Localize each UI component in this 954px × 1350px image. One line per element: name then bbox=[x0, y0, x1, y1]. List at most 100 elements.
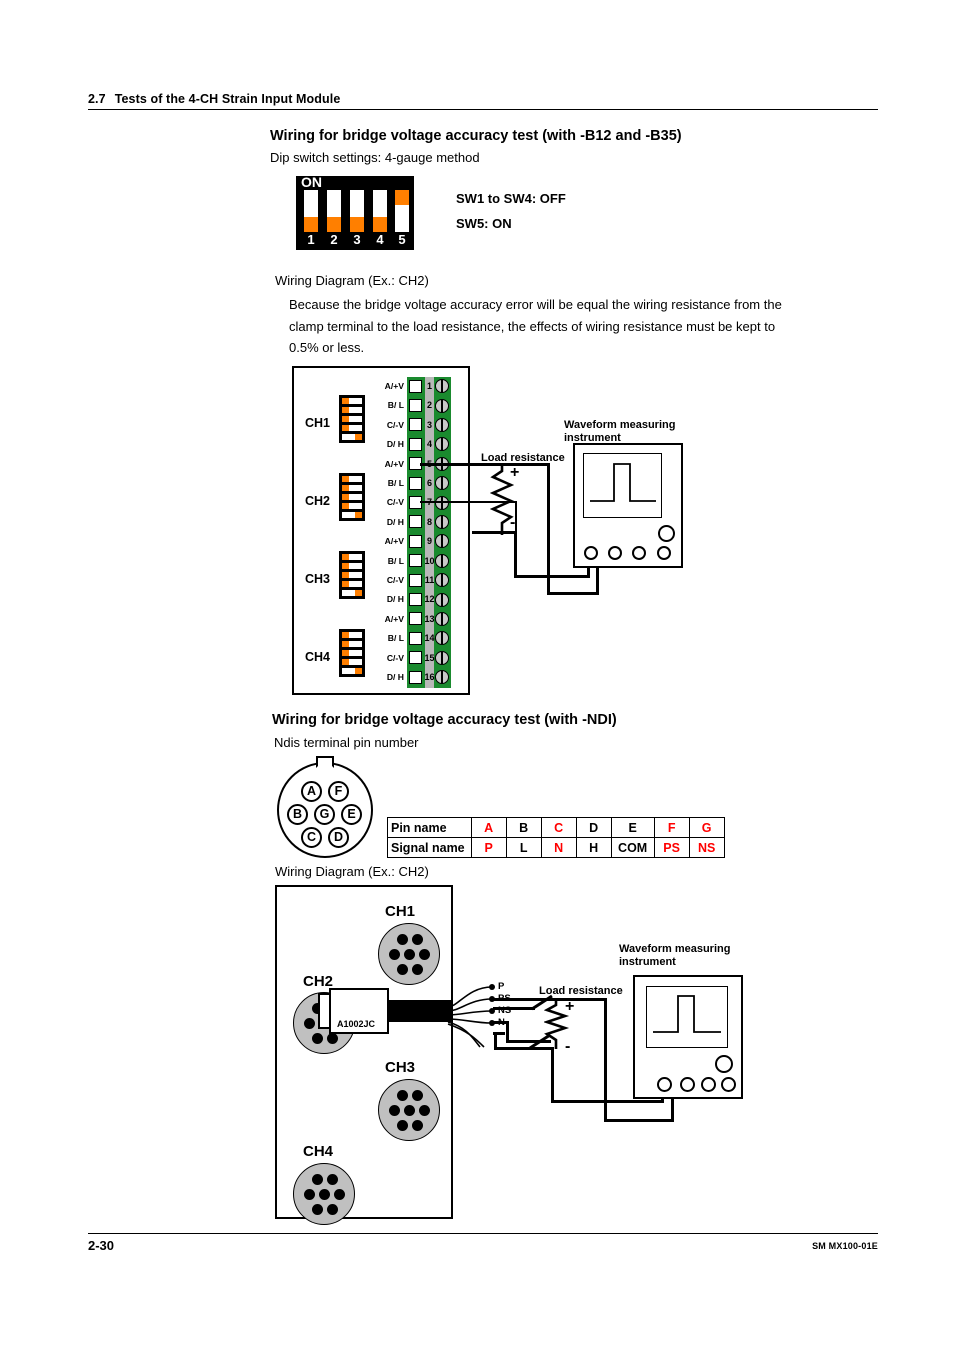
terminal-screw-13[interactable] bbox=[435, 611, 449, 626]
terminal-row[interactable]: 6 bbox=[407, 474, 451, 493]
signal-name-ps: PS bbox=[653, 837, 690, 858]
ch1-pin bbox=[404, 949, 415, 960]
terminal-screw-8[interactable] bbox=[435, 514, 449, 529]
dip-switch-3-knob bbox=[350, 217, 364, 232]
signal-name-h: H bbox=[575, 837, 612, 858]
pin-name-c: C bbox=[540, 817, 577, 838]
terminal-row[interactable]: 8 bbox=[407, 513, 451, 532]
terminal-row[interactable]: 3 bbox=[407, 416, 451, 435]
terminal-clamp-11[interactable] bbox=[409, 573, 422, 587]
scope-knob-2-2[interactable] bbox=[680, 1077, 695, 1092]
ch3-pin bbox=[412, 1120, 423, 1131]
terminal-clamp-9[interactable] bbox=[409, 534, 422, 548]
terminal-row[interactable]: 2 bbox=[407, 396, 451, 415]
terminal-number-12: 12 bbox=[424, 594, 435, 605]
ndis-pin-g: G bbox=[314, 804, 335, 825]
terminal-clamp-1[interactable] bbox=[409, 379, 422, 393]
ndis-ch1-label: CH1 bbox=[385, 903, 416, 920]
ndis-connector-key-notch bbox=[316, 756, 334, 768]
terminal-strip: 1 2 3 4 5 6 7 8 9 10 11 12 13 14 15 16 bbox=[407, 377, 451, 688]
ndis-ch1-connector[interactable] bbox=[378, 923, 440, 985]
wire-minus-right bbox=[514, 575, 590, 578]
terminal-row[interactable]: 12 bbox=[407, 590, 451, 609]
terminal-clamp-12[interactable] bbox=[409, 592, 422, 606]
terminal-number-14: 14 bbox=[424, 633, 435, 644]
terminal-screw-11[interactable] bbox=[435, 573, 449, 588]
wire-minus-2-right bbox=[551, 1100, 664, 1103]
dip-switch-2 bbox=[327, 190, 341, 232]
pin-name-f: F bbox=[653, 817, 690, 838]
scope-input-jack-1[interactable] bbox=[584, 546, 598, 560]
terminal-name-16: D/ H bbox=[386, 672, 404, 682]
scope-input-jack-2[interactable] bbox=[657, 1077, 672, 1092]
ch1-dip-row-4-knob bbox=[342, 425, 349, 431]
ndis-ch4-connector[interactable] bbox=[293, 1163, 355, 1225]
ndis-pin-c: C bbox=[301, 827, 322, 848]
wire-plus-scope-bottom bbox=[547, 592, 599, 595]
terminal-row[interactable]: 16 bbox=[407, 668, 451, 687]
terminal-screw-6[interactable] bbox=[435, 476, 449, 491]
ch4-dip-row-3-knob bbox=[342, 650, 349, 656]
terminal-clamp-8[interactable] bbox=[409, 515, 422, 529]
scope-knob-2-1[interactable] bbox=[608, 546, 622, 560]
scope-knob-3-2[interactable] bbox=[701, 1077, 716, 1092]
scope-knob-large-2[interactable] bbox=[715, 1055, 733, 1073]
wiring-diagram-caption-b12: Wiring Diagram (Ex.: CH2) bbox=[275, 273, 429, 288]
clamp-ch1-label: CH1 bbox=[305, 416, 331, 430]
terminal-row[interactable]: 15 bbox=[407, 649, 451, 668]
scope-knob-3-1[interactable] bbox=[632, 546, 646, 560]
terminal-clamp-6[interactable] bbox=[409, 476, 422, 490]
terminal-row[interactable]: 14 bbox=[407, 629, 451, 648]
scope-knob-large-1[interactable] bbox=[658, 525, 675, 542]
terminal-clamp-10[interactable] bbox=[409, 554, 422, 568]
ndis-pin-a: A bbox=[301, 781, 322, 802]
terminal-row[interactable]: 10 bbox=[407, 552, 451, 571]
dip-switch-5 bbox=[395, 190, 409, 232]
ch3-pin bbox=[397, 1090, 408, 1101]
wire-ps-segment bbox=[493, 1007, 535, 1010]
terminal-screw-14[interactable] bbox=[435, 631, 449, 646]
terminal-number-11: 11 bbox=[424, 575, 435, 585]
dip-switch-4-knob bbox=[373, 217, 387, 232]
terminal-clamp-4[interactable] bbox=[409, 437, 422, 451]
cable-sheath bbox=[387, 1000, 453, 1022]
terminal-screw-1[interactable] bbox=[435, 379, 449, 394]
ch1-pin bbox=[397, 934, 408, 945]
terminal-screw-4[interactable] bbox=[435, 437, 449, 452]
section-header-text: 2.7 Tests of the 4-CH Strain Input Module bbox=[88, 92, 878, 106]
signal-name-l: L bbox=[505, 837, 542, 858]
signal-name-p: P bbox=[470, 837, 507, 858]
ch4-pin bbox=[334, 1189, 345, 1200]
ndis-ch3-connector[interactable] bbox=[378, 1079, 440, 1141]
terminal-row[interactable]: 7 bbox=[407, 493, 451, 512]
terminal-row[interactable]: 4 bbox=[407, 435, 451, 454]
terminal-clamp-15[interactable] bbox=[409, 651, 422, 665]
terminal-screw-15[interactable] bbox=[435, 650, 449, 665]
terminal-row[interactable]: 13 bbox=[407, 610, 451, 629]
pin-name-row-label: Pin name bbox=[387, 817, 472, 838]
terminal-screw-9[interactable] bbox=[435, 534, 449, 549]
terminal-clamp-16[interactable] bbox=[409, 670, 422, 684]
terminal-screw-16[interactable] bbox=[435, 670, 449, 685]
scope-knob-4-1[interactable] bbox=[657, 546, 671, 560]
ch1-pin bbox=[397, 964, 408, 975]
terminal-clamp-3[interactable] bbox=[409, 418, 422, 432]
load-minus-sign-2: - bbox=[565, 1038, 571, 1055]
terminal-row[interactable]: 11 bbox=[407, 571, 451, 590]
terminal-screw-3[interactable] bbox=[435, 417, 449, 432]
terminal-screw-2[interactable] bbox=[435, 398, 449, 413]
ch1-dip-row-1-knob bbox=[342, 398, 349, 404]
terminal-clamp-2[interactable] bbox=[409, 398, 422, 412]
terminal-row[interactable]: 1 bbox=[407, 377, 451, 396]
ch4-dip-row-1-knob bbox=[342, 632, 349, 638]
terminal-clamp-14[interactable] bbox=[409, 631, 422, 645]
terminal-number-15: 15 bbox=[424, 652, 435, 663]
terminal-clamp-13[interactable] bbox=[409, 612, 422, 626]
scope-knob-4-2[interactable] bbox=[721, 1077, 736, 1092]
dip-switch-5-knob bbox=[395, 190, 409, 205]
dip-switch-1-knob bbox=[304, 217, 318, 232]
terminal-screw-12[interactable] bbox=[435, 592, 449, 607]
ch2-pin bbox=[312, 1033, 323, 1044]
terminal-row[interactable]: 9 bbox=[407, 532, 451, 551]
terminal-screw-10[interactable] bbox=[435, 553, 449, 568]
